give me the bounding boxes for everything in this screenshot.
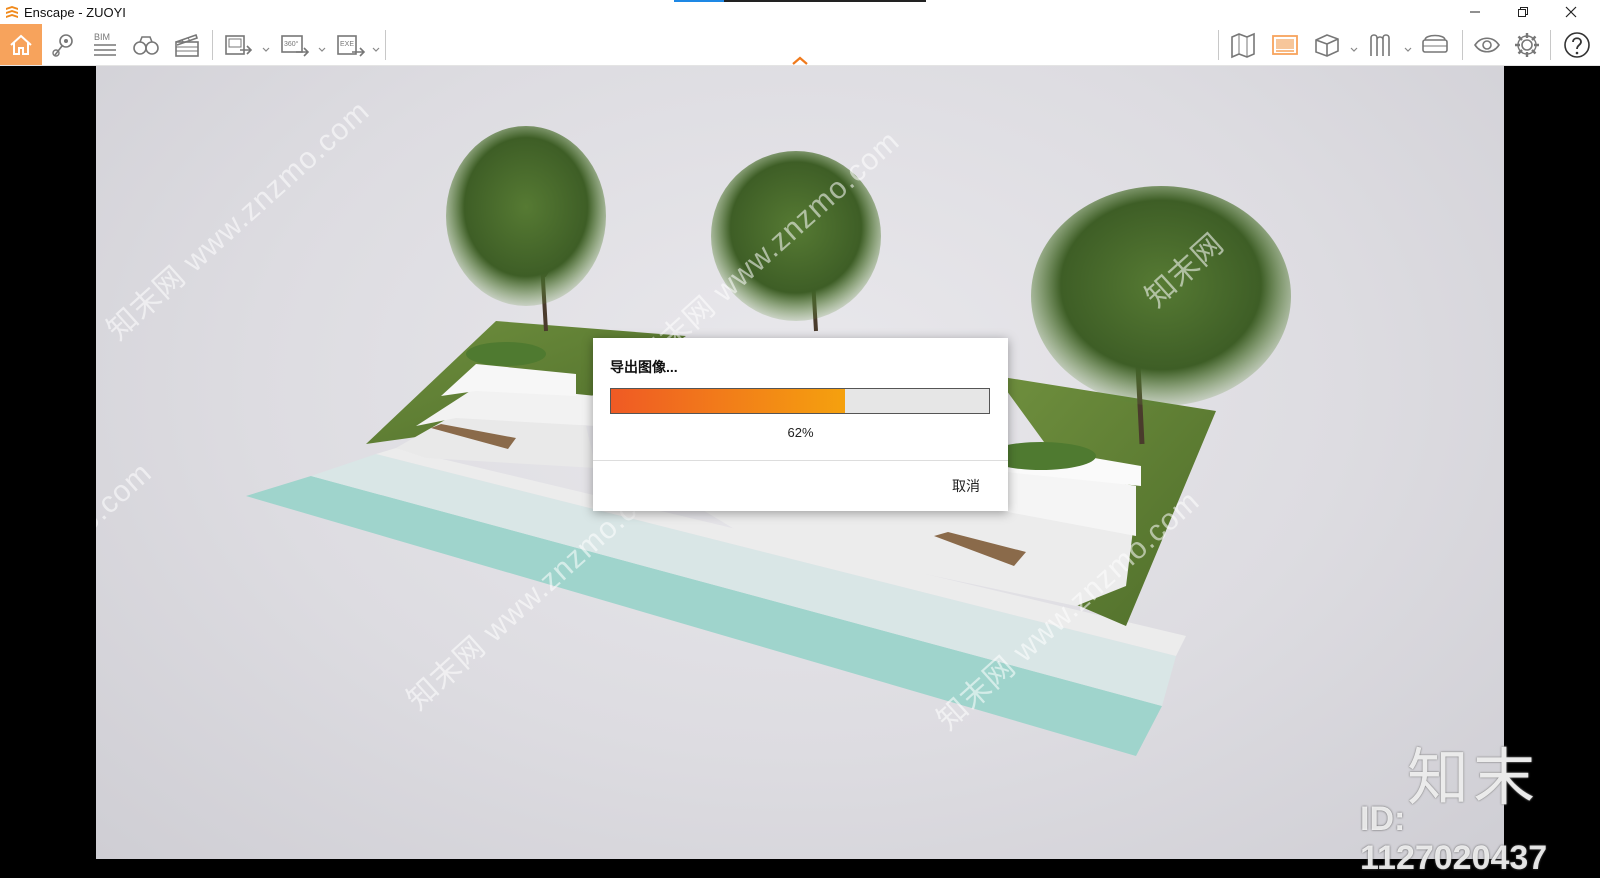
chevron-down-icon[interactable] <box>372 46 380 54</box>
exe-export-icon: EXE <box>337 35 366 57</box>
toolbar-separator <box>1550 30 1551 60</box>
location-pin-icon <box>52 34 73 57</box>
batch-render-button[interactable] <box>220 26 258 64</box>
vr-headset-icon <box>1422 34 1448 53</box>
material-button[interactable] <box>1362 26 1400 64</box>
progress-fill <box>611 389 846 413</box>
binoculars-icon <box>133 36 159 55</box>
batch-render-icon <box>225 35 253 55</box>
image-view-button[interactable] <box>1266 26 1304 64</box>
eye-icon <box>1474 37 1500 53</box>
window-title: Enscape - ZUOYI <box>24 4 126 20</box>
toolbar-separator <box>1462 30 1463 60</box>
settings-button[interactable] <box>1508 26 1546 64</box>
cube-button[interactable] <box>1308 26 1346 64</box>
toolbar-separator <box>1218 30 1219 60</box>
chevron-up-icon <box>792 56 808 65</box>
vr-button[interactable] <box>1416 26 1454 64</box>
dialog-divider <box>593 460 1008 461</box>
main-toolbar: BIM 360° EXE <box>0 24 1600 66</box>
chevron-down-icon[interactable] <box>262 46 270 54</box>
progress-percentage: 62% <box>787 425 814 440</box>
dialog-title: 导出图像... <box>610 359 678 375</box>
help-icon <box>1564 32 1590 58</box>
home-icon <box>10 34 32 55</box>
export-image-dialog: 导出图像... 62% 取消 <box>593 338 1008 511</box>
map-button[interactable] <box>1224 26 1262 64</box>
chevron-down-icon[interactable] <box>318 46 326 54</box>
chevron-down-icon[interactable] <box>1404 46 1412 54</box>
home-button[interactable] <box>0 24 42 65</box>
close-button[interactable] <box>1548 0 1594 24</box>
toolbar-separator <box>212 30 213 60</box>
close-icon <box>1565 6 1577 18</box>
title-progress-indicator <box>674 0 926 2</box>
title-bar: Enscape - ZUOYI <box>0 0 1600 24</box>
export-progress-bar <box>610 388 990 414</box>
cube-icon <box>1315 34 1339 57</box>
bim-icon: BIM <box>94 32 116 56</box>
bim-label: BIM <box>94 32 110 42</box>
video-editor-button[interactable] <box>168 26 206 64</box>
image-view-icon <box>1272 35 1298 55</box>
minimize-icon <box>1470 11 1480 13</box>
gear-icon <box>1515 33 1539 57</box>
visual-settings-button[interactable] <box>1468 26 1506 64</box>
exe-export-button[interactable]: EXE <box>332 26 370 64</box>
bim-button[interactable]: BIM <box>86 26 124 64</box>
minimize-button[interactable] <box>1452 0 1498 24</box>
cancel-button[interactable]: 取消 <box>926 472 986 500</box>
help-button[interactable] <box>1558 26 1596 64</box>
restore-button[interactable] <box>1500 0 1546 24</box>
toolbar-separator <box>385 30 386 60</box>
binoculars-button[interactable] <box>127 26 165 64</box>
watermark-id: ID: 1127020437 <box>1360 800 1548 877</box>
material-icon <box>1370 34 1390 56</box>
restore-icon <box>1518 7 1528 17</box>
panorama-export-button[interactable]: 360° <box>276 26 314 64</box>
exe-label: EXE <box>340 41 354 48</box>
clapper-icon <box>175 33 199 57</box>
enscape-logo-icon <box>6 6 18 18</box>
panorama-export-icon: 360° <box>281 35 310 57</box>
chevron-down-icon[interactable] <box>1350 46 1358 54</box>
views-button[interactable] <box>44 26 82 64</box>
map-icon <box>1231 32 1255 59</box>
pano-label: 360° <box>284 40 299 48</box>
